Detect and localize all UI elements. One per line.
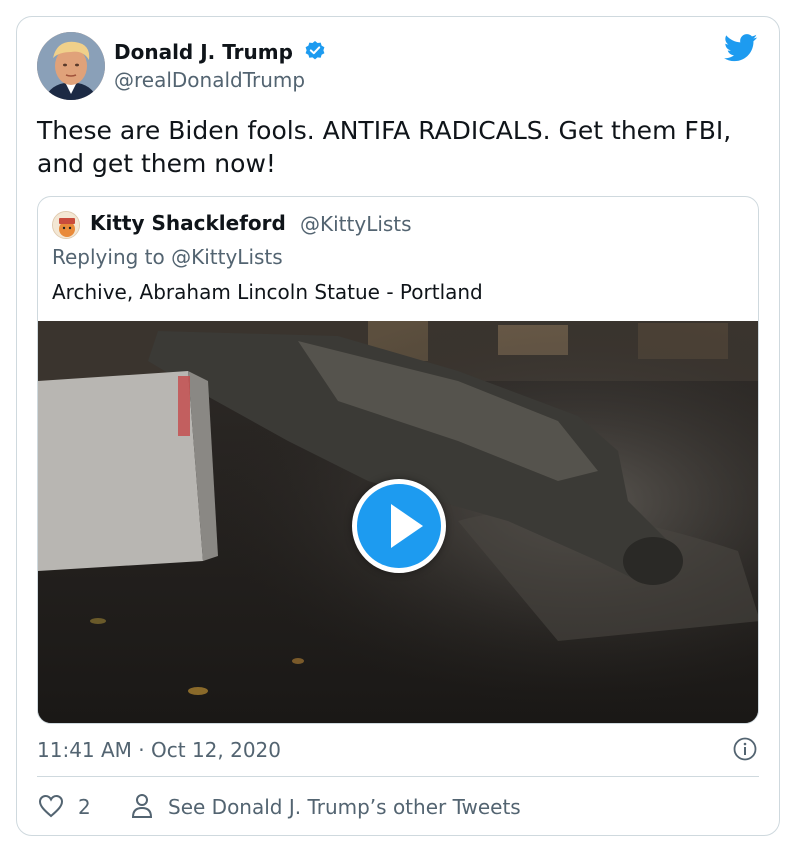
- tweet-text: These are Biden fools. ANTIFA RADICALS. …: [37, 116, 732, 178]
- author-name[interactable]: Donald J. Trump: [114, 40, 293, 64]
- verified-badge-icon: [305, 41, 325, 60]
- author-avatar[interactable]: [37, 32, 105, 100]
- replying-to-label[interactable]: Replying to @KittyLists: [52, 245, 283, 269]
- heart-icon[interactable]: [38, 794, 64, 818]
- play-icon: [391, 504, 423, 548]
- video-thumbnail[interactable]: [38, 321, 758, 723]
- see-other-tweets-link[interactable]: See Donald J. Trump’s other Tweets: [168, 795, 521, 819]
- author-handle[interactable]: @realDonaldTrump: [114, 68, 305, 92]
- quoted-tweet-text: Archive, Abraham Lincoln Statue - Portla…: [52, 280, 483, 304]
- info-icon[interactable]: [733, 737, 757, 761]
- quoted-tweet[interactable]: Kitty Shackleford @KittyLists Replying t…: [37, 196, 759, 724]
- like-count[interactable]: 2: [78, 795, 91, 819]
- tweet-timestamp[interactable]: 11:41 AM · Oct 12, 2020: [37, 738, 281, 762]
- play-button[interactable]: [352, 479, 446, 573]
- quoted-author-name[interactable]: Kitty Shackleford: [90, 211, 286, 235]
- quoted-author-handle[interactable]: @KittyLists: [300, 212, 412, 236]
- person-icon: [131, 794, 153, 818]
- divider: [37, 776, 759, 777]
- quoted-author-avatar[interactable]: [52, 211, 80, 239]
- twitter-bird-icon[interactable]: [724, 34, 758, 62]
